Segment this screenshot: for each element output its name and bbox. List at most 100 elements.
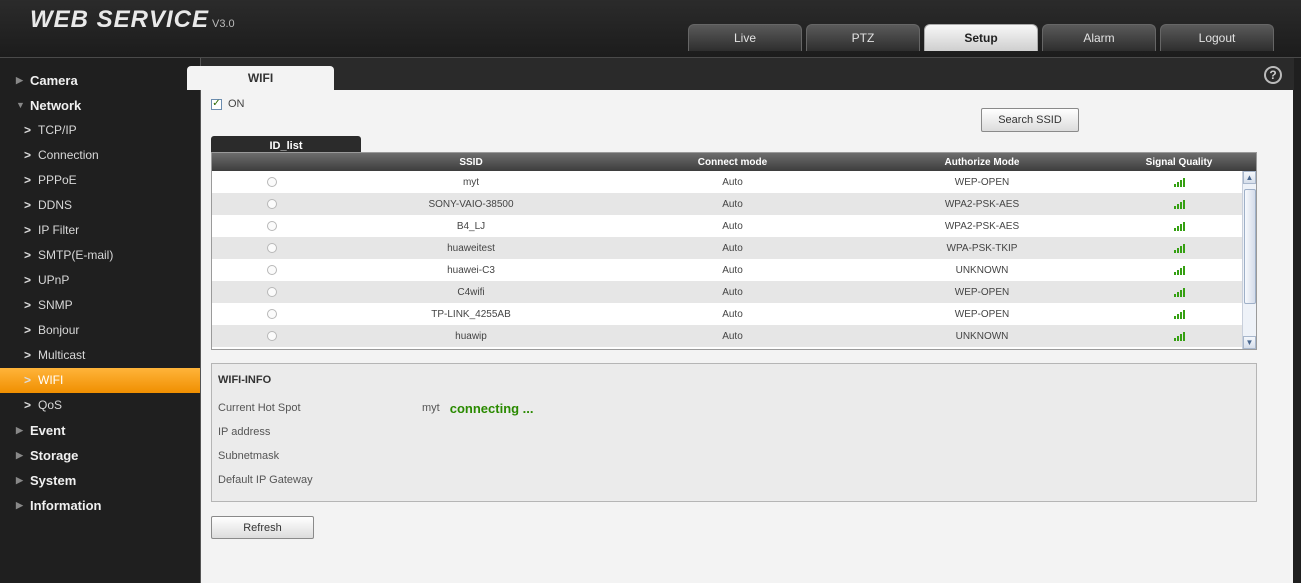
ssid-cell: huawei-C3	[447, 264, 495, 276]
help-icon[interactable]: ?	[1264, 66, 1282, 84]
table-row[interactable]: huawip Auto UNKNOWN	[212, 325, 1256, 347]
nav-tab-alarm[interactable]: Alarm	[1042, 24, 1156, 51]
sidebar-item-multicast[interactable]: > Multicast	[0, 343, 200, 368]
ssid-cell: TP-LINK_4255AB	[431, 308, 511, 320]
ssid-cell: C4wifi	[457, 286, 485, 298]
sidebar-item-qos[interactable]: > QoS	[0, 393, 200, 418]
chevron-right-icon: ▶	[16, 500, 23, 510]
table-row[interactable]: B4_LJ Auto WPA2-PSK-AES	[212, 215, 1256, 237]
sidebar-item-tcpip[interactable]: > TCP/IP	[0, 118, 200, 143]
signal-strength-icon	[1173, 265, 1185, 275]
row-radio[interactable]	[267, 287, 277, 297]
chevron-right-icon: ▶	[16, 475, 23, 485]
signal-strength-icon	[1173, 199, 1185, 209]
brand-version: V3.0	[212, 18, 235, 30]
current-hotspot-row: Current Hot Spot myt connecting ...	[218, 398, 534, 418]
sidebar-item-camera[interactable]: ▶ Camera	[0, 68, 200, 93]
nav-tab-ptz[interactable]: PTZ	[806, 24, 920, 51]
sidebar-item-ddns[interactable]: > DDNS	[0, 193, 200, 218]
sidebar-item-label: Connection	[38, 148, 99, 162]
scroll-up-icon[interactable]: ▲	[1243, 171, 1256, 184]
row-radio[interactable]	[267, 265, 277, 275]
sidebar-item-label: SNMP	[38, 298, 73, 312]
sidebar-item-pppoe[interactable]: > PPPoE	[0, 168, 200, 193]
ip-address-label: IP address	[218, 426, 271, 438]
search-ssid-button[interactable]: Search SSID	[981, 108, 1079, 132]
chevron-icon: >	[24, 273, 32, 287]
column-header-ssid: SSID	[459, 156, 483, 168]
sidebar-item-upnp[interactable]: > UPnP	[0, 268, 200, 293]
ssid-table: SSID Connect mode Authorize Mode Signal …	[211, 152, 1257, 350]
sidebar-item-bonjour[interactable]: > Bonjour	[0, 318, 200, 343]
row-radio-cell	[212, 303, 332, 325]
chevron-icon: >	[24, 148, 32, 162]
current-hotspot-label: Current Hot Spot	[218, 402, 301, 414]
sidebar-item-wifi[interactable]: > WIFI	[0, 368, 200, 393]
wifi-on-checkbox[interactable]: ✓	[211, 98, 222, 110]
sidebar-item-label: Camera	[30, 73, 78, 88]
sidebar-item-snmp[interactable]: > SNMP	[0, 293, 200, 318]
signal-cell	[1109, 259, 1249, 281]
authorize-mode-cell: WEP-OPEN	[954, 176, 1010, 188]
row-radio[interactable]	[267, 221, 277, 231]
sidebar-item-label: Information	[30, 498, 102, 513]
nav-tab-logout[interactable]: Logout	[1160, 24, 1274, 51]
ssid-cell: SONY-VAIO-38500	[428, 198, 514, 210]
table-row[interactable]: huawei-C3 Auto UNKNOWN	[212, 259, 1256, 281]
row-radio-cell	[212, 215, 332, 237]
scrollbar-thumb[interactable]	[1244, 189, 1256, 304]
app-window: WEB SERVICE V3.0 Live PTZ Setup Alarm Log…	[0, 0, 1301, 583]
current-hotspot-value: myt	[422, 402, 440, 414]
authorize-mode-cell: WPA2-PSK-AES	[944, 220, 1020, 232]
column-header-authorize-mode: Authorize Mode	[944, 156, 1020, 168]
sidebar-item-network[interactable]: ▼ Network	[0, 93, 200, 118]
sidebar-item-storage[interactable]: ▶ Storage	[0, 443, 200, 468]
table-row[interactable]: huaweitest Auto WPA-PSK-TKIP	[212, 237, 1256, 259]
signal-strength-icon	[1173, 309, 1185, 319]
table-row[interactable]: SONY-VAIO-38500 Auto WPA2-PSK-AES	[212, 193, 1256, 215]
ssid-cell: B4_LJ	[456, 220, 486, 232]
sidebar-item-information[interactable]: ▶ Information	[0, 493, 200, 518]
sidebar-item-label: Event	[30, 423, 66, 438]
sidebar-item-system[interactable]: ▶ System	[0, 468, 200, 493]
scroll-down-icon[interactable]: ▼	[1243, 336, 1256, 349]
nav-tab-setup[interactable]: Setup	[924, 24, 1038, 51]
wifi-info-panel: WIFI-INFO Current Hot Spot myt connectin…	[211, 363, 1257, 502]
signal-cell	[1109, 215, 1249, 237]
sidebar-item-event[interactable]: ▶ Event	[0, 418, 200, 443]
content-panel: WIFI ? ✓ ON Search SSID ID_list SSID Con…	[187, 58, 1294, 583]
ssid-cell: myt	[462, 176, 480, 188]
row-radio[interactable]	[267, 177, 277, 187]
chevron-icon: >	[24, 198, 32, 212]
table-scrollbar[interactable]: ▲ ▼	[1242, 171, 1256, 349]
sidebar-item-label: TCP/IP	[38, 123, 77, 137]
sidebar-item-ip-filter[interactable]: > IP Filter	[0, 218, 200, 243]
tab-wifi[interactable]: WIFI	[187, 66, 334, 90]
nav-tab-live[interactable]: Live	[688, 24, 802, 51]
table-row[interactable]: C4wifi Auto WEP-OPEN	[212, 281, 1256, 303]
row-radio-cell	[212, 259, 332, 281]
row-radio[interactable]	[267, 199, 277, 209]
row-radio-cell	[212, 237, 332, 259]
top-nav: Live PTZ Setup Alarm Logout	[688, 24, 1278, 51]
authorize-mode-cell: WPA-PSK-TKIP	[946, 242, 1018, 254]
row-radio-cell	[212, 325, 332, 347]
chevron-down-icon: ▼	[16, 100, 25, 110]
table-row[interactable]: TP-LINK_4255AB Auto WEP-OPEN	[212, 303, 1256, 325]
chevron-icon: >	[24, 348, 32, 362]
ssid-cell: huawip	[455, 330, 487, 342]
table-row[interactable]: myt Auto WEP-OPEN	[212, 171, 1256, 193]
chevron-right-icon: ▶	[16, 75, 23, 85]
ssid-cell: huaweitest	[447, 242, 495, 254]
refresh-button[interactable]: Refresh	[211, 516, 314, 539]
row-radio[interactable]	[267, 331, 277, 341]
row-radio[interactable]	[267, 243, 277, 253]
sidebar-item-connection[interactable]: > Connection	[0, 143, 200, 168]
table-body: myt Auto WEP-OPEN SONY-VAIO-38500 Auto W…	[212, 171, 1256, 349]
row-radio-cell	[212, 281, 332, 303]
chevron-icon: >	[24, 223, 32, 237]
signal-cell	[1109, 171, 1249, 193]
sidebar-item-smtp[interactable]: > SMTP(E-mail)	[0, 243, 200, 268]
row-radio[interactable]	[267, 309, 277, 319]
wifi-enable-row: ✓ ON	[211, 98, 245, 110]
